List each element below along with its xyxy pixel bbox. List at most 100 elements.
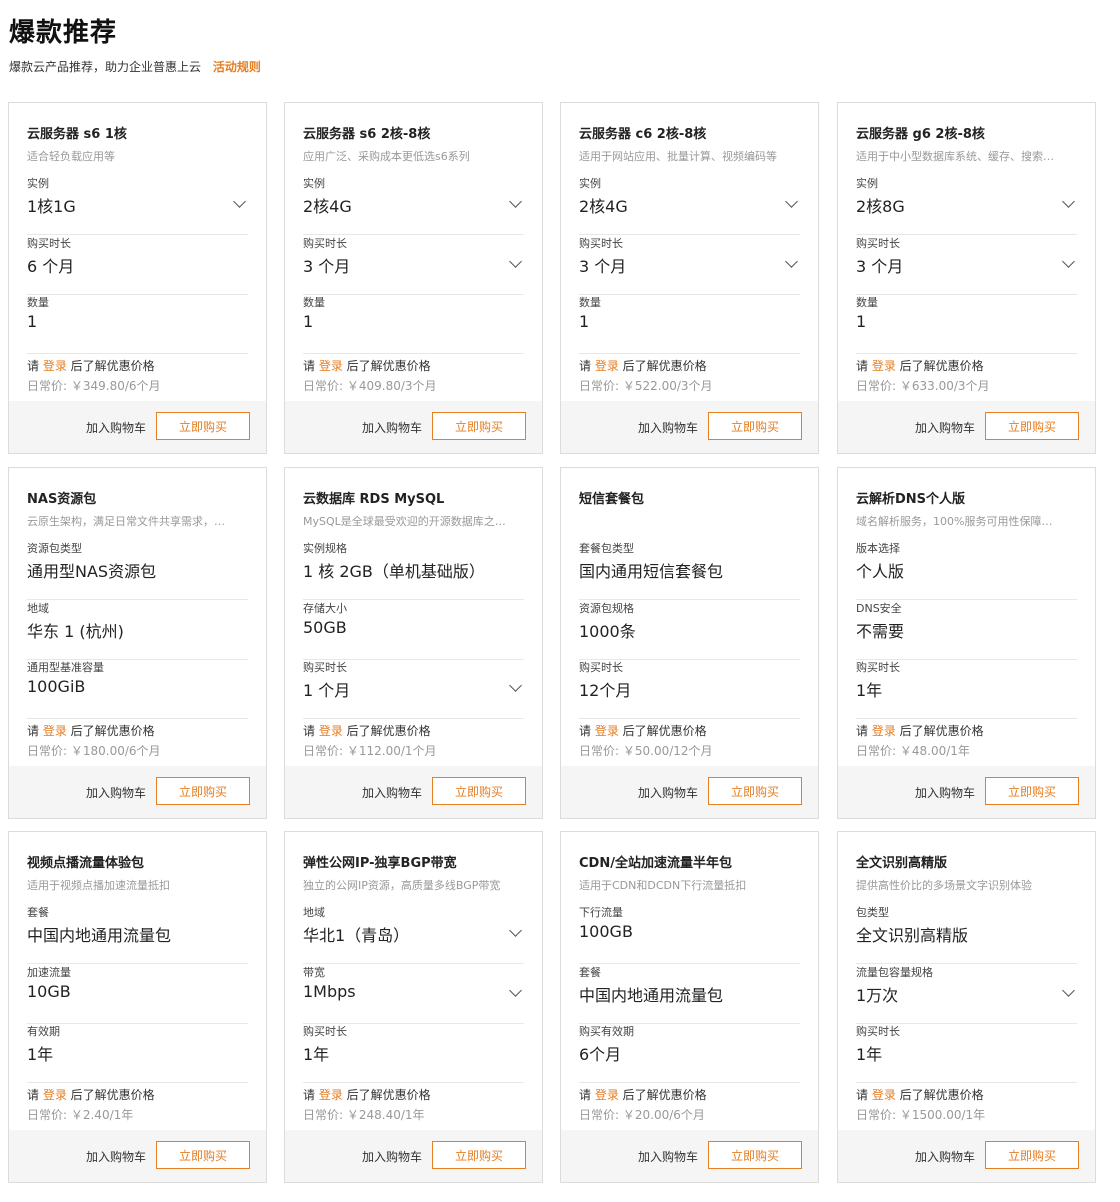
login-link[interactable]: 登录 [319, 359, 343, 373]
field-value[interactable]: 1Mbps [303, 982, 356, 1001]
login-link[interactable]: 登录 [595, 724, 619, 738]
activity-rules-link[interactable]: 活动规则 [213, 60, 261, 74]
card-footer: 加入购物车 立即购买 [9, 401, 266, 453]
config-field[interactable]: 购买时长 3 个月 [579, 235, 800, 295]
login-link[interactable]: 登录 [43, 724, 67, 738]
chevron-down-icon[interactable] [1062, 255, 1075, 268]
config-field[interactable]: 实例 1核1G [27, 175, 248, 235]
chevron-down-icon[interactable] [509, 195, 522, 208]
product-card: 全文识别高精版 提供高性价比的多场景文字识别体验 包类型 全文识别高精版 流量包容量规格… [837, 831, 1096, 1183]
add-to-cart-button[interactable]: 加入购物车 [638, 784, 698, 801]
config-field[interactable]: 购买时长 3 个月 [856, 235, 1077, 295]
login-suffix: 后了解优惠价格 [66, 724, 155, 738]
field-value[interactable]: 1万次 [856, 982, 898, 1006]
field-value[interactable]: 2核4G [303, 193, 352, 217]
field-label: 数量 [856, 296, 878, 309]
daily-price: 日常价: ￥1500.00/1年 [856, 1108, 986, 1122]
chevron-down-icon[interactable] [1062, 195, 1075, 208]
add-to-cart-button[interactable]: 加入购物车 [915, 1148, 975, 1165]
field-label: 带宽 [303, 966, 325, 979]
buy-now-button[interactable]: 立即购买 [985, 777, 1079, 805]
buy-now-button[interactable]: 立即购买 [432, 777, 526, 805]
field-value: 不需要 [856, 622, 905, 641]
config-field[interactable]: 购买时长 3 个月 [303, 235, 524, 295]
buy-now-button[interactable]: 立即购买 [156, 1141, 250, 1169]
buy-now-button[interactable]: 立即购买 [985, 412, 1079, 440]
add-to-cart-button[interactable]: 加入购物车 [86, 784, 146, 801]
chevron-down-icon[interactable] [509, 679, 522, 692]
config-field[interactable]: 实例 2核4G [579, 175, 800, 235]
card-footer: 加入购物车 立即购买 [9, 766, 266, 818]
add-to-cart-button[interactable]: 加入购物车 [362, 784, 422, 801]
login-link[interactable]: 登录 [43, 1088, 67, 1102]
field-value: 1 [579, 312, 590, 331]
field-value[interactable]: 2核8G [856, 193, 905, 217]
field-value[interactable]: 2核4G [579, 193, 628, 217]
card-footer: 加入购物车 立即购买 [285, 401, 542, 453]
card-footer: 加入购物车 立即购买 [838, 1130, 1095, 1182]
add-to-cart-button[interactable]: 加入购物车 [362, 419, 422, 436]
login-link[interactable]: 登录 [872, 1088, 896, 1102]
config-field[interactable]: 流量包容量规格 1万次 [856, 964, 1077, 1024]
add-to-cart-button[interactable]: 加入购物车 [86, 419, 146, 436]
price-info: 请 登录 后了解优惠价格 日常价: ￥1500.00/1年 [856, 1086, 1077, 1123]
add-to-cart-button[interactable]: 加入购物车 [638, 419, 698, 436]
field-value[interactable]: 1 个月 [303, 677, 350, 701]
login-link[interactable]: 登录 [319, 1088, 343, 1102]
card-header: CDN/全站加速流量半年包 适用于CDN和DCDN下行流量抵扣 [579, 852, 800, 891]
login-link[interactable]: 登录 [872, 724, 896, 738]
card-title: 弹性公网IP-独享BGP带宽 [303, 856, 457, 871]
add-to-cart-button[interactable]: 加入购物车 [638, 1148, 698, 1165]
card-header: 云解析DNS个人版 域名解析服务，100%服务可用性保障… [856, 488, 1077, 527]
field-value[interactable]: 1核1G [27, 193, 76, 217]
card-footer: 加入购物车 立即购买 [561, 766, 818, 818]
config-field[interactable]: 购买时长 1 个月 [303, 659, 524, 719]
chevron-down-icon[interactable] [1062, 984, 1075, 997]
config-field[interactable]: 实例 2核4G [303, 175, 524, 235]
field-value: 50GB [303, 618, 347, 637]
config-field[interactable]: 地域 华北1（青岛） [303, 904, 524, 964]
field-value[interactable]: 3 个月 [856, 253, 903, 277]
product-card: 云服务器 g6 2核-8核 适用于中小型数据库系统、缓存、搜索… 实例 2核8G 购买时… [837, 102, 1096, 454]
add-to-cart-button[interactable]: 加入购物车 [915, 419, 975, 436]
buy-now-button[interactable]: 立即购买 [708, 1141, 802, 1169]
login-link[interactable]: 登录 [872, 359, 896, 373]
chevron-down-icon[interactable] [509, 924, 522, 937]
config-field: 数量 1 [303, 294, 524, 354]
chevron-down-icon[interactable] [509, 984, 522, 997]
buy-now-button[interactable]: 立即购买 [708, 412, 802, 440]
field-label: 有效期 [27, 1025, 60, 1038]
buy-now-button[interactable]: 立即购买 [432, 1141, 526, 1169]
login-link[interactable]: 登录 [319, 724, 343, 738]
add-to-cart-button[interactable]: 加入购物车 [915, 784, 975, 801]
add-to-cart-button[interactable]: 加入购物车 [86, 1148, 146, 1165]
config-field: 购买有效期 6个月 [579, 1023, 800, 1083]
login-prompt: 请 登录 后了解优惠价格 [303, 357, 524, 374]
field-label: 实例 [856, 177, 878, 190]
field-value: 1 [856, 312, 867, 331]
chevron-down-icon[interactable] [509, 255, 522, 268]
config-field: 购买时长 6 个月 [27, 235, 248, 295]
config-field[interactable]: 带宽 1Mbps [303, 964, 524, 1024]
field-value[interactable]: 华北1（青岛） [303, 922, 409, 946]
chevron-down-icon[interactable] [785, 195, 798, 208]
buy-now-button[interactable]: 立即购买 [156, 777, 250, 805]
chevron-down-icon[interactable] [785, 255, 798, 268]
add-to-cart-button[interactable]: 加入购物车 [362, 1148, 422, 1165]
config-field[interactable]: 实例 2核8G [856, 175, 1077, 235]
field-value[interactable]: 3 个月 [303, 253, 350, 277]
login-link[interactable]: 登录 [595, 359, 619, 373]
field-label: 加速流量 [27, 966, 71, 979]
chevron-down-icon[interactable] [233, 195, 246, 208]
field-value[interactable]: 3 个月 [579, 253, 626, 277]
buy-now-button[interactable]: 立即购买 [985, 1141, 1079, 1169]
login-link[interactable]: 登录 [595, 1088, 619, 1102]
buy-now-button[interactable]: 立即购买 [156, 412, 250, 440]
field-label: 下行流量 [579, 906, 623, 919]
buy-now-button[interactable]: 立即购买 [432, 412, 526, 440]
field-value: 100GB [579, 922, 633, 941]
buy-now-button[interactable]: 立即购买 [708, 777, 802, 805]
price-info: 请 登录 后了解优惠价格 日常价: ￥48.00/1年 [856, 722, 1077, 759]
card-footer: 加入购物车 立即购买 [9, 1130, 266, 1182]
login-link[interactable]: 登录 [43, 359, 67, 373]
